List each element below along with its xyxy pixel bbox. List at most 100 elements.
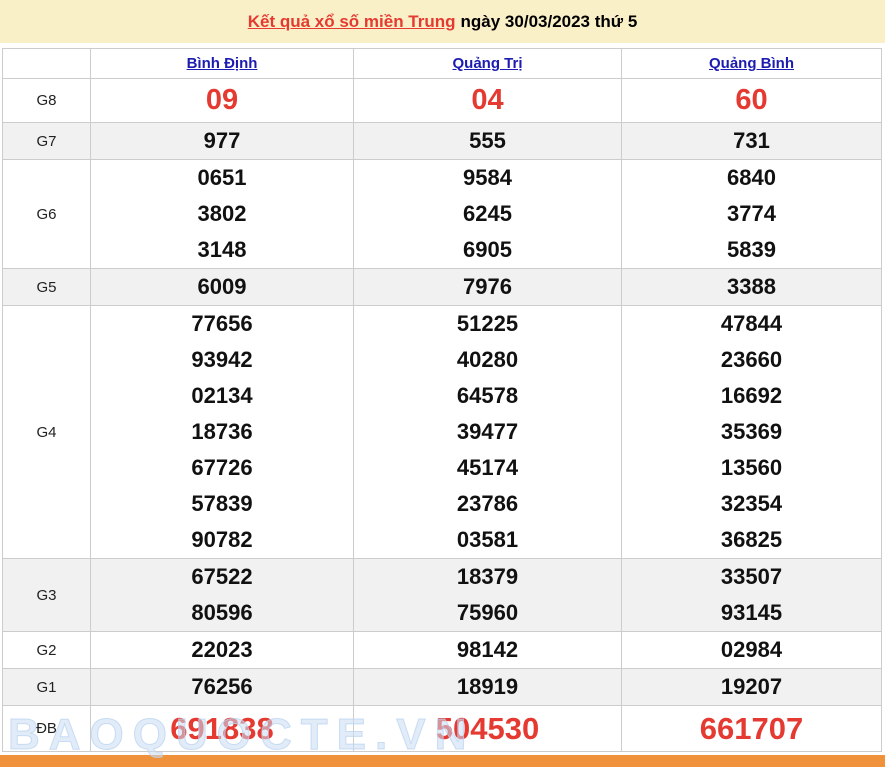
winning-number: 35369 xyxy=(720,419,783,444)
winning-number: 03581 xyxy=(456,527,519,552)
column-header-quang-binh: Quảng Bình xyxy=(621,48,882,79)
winning-number: 0651 xyxy=(197,165,247,190)
winning-number: 51225 xyxy=(456,311,519,336)
winning-number: 77656 xyxy=(191,311,253,336)
winning-number: 93145 xyxy=(720,600,783,625)
winning-number: 02984 xyxy=(720,637,783,662)
winning-number: 3774 xyxy=(727,201,776,226)
winning-number: 57839 xyxy=(191,491,253,516)
prize-values-g1-col2: 19207 xyxy=(621,668,882,706)
prize-values-g2-col2: 02984 xyxy=(621,631,882,669)
prize-values-g7-col2: 731 xyxy=(621,122,882,160)
winning-number: 13560 xyxy=(720,455,783,480)
prize-values-g4-col2: 47844 23660 16692 35369 13560 32354 36825 xyxy=(621,305,882,559)
winning-number: 3388 xyxy=(727,274,776,299)
winning-number: 45174 xyxy=(456,455,519,480)
winning-number: 39477 xyxy=(456,419,519,444)
page-title-banner: Kết quả xổ số miền Trung ngày 30/03/2023… xyxy=(0,0,885,43)
winning-number: 16692 xyxy=(720,383,783,408)
winning-number: 98142 xyxy=(456,637,519,662)
prize-values-g5-col2: 3388 xyxy=(621,268,882,306)
prize-values-g2-col0: 22023 xyxy=(90,631,354,669)
province-link-quang-tri[interactable]: Quảng Trị xyxy=(452,55,522,72)
prize-values-db-col0: 691838 xyxy=(90,705,354,752)
winning-number: 76256 xyxy=(191,674,253,699)
winning-number: 02134 xyxy=(191,383,253,408)
prize-label-g4: G4 xyxy=(2,305,91,559)
winning-number: 75960 xyxy=(456,600,519,625)
page-title-date: ngày 30/03/2023 thứ 5 xyxy=(460,11,638,31)
prize-label-g7: G7 xyxy=(2,122,91,160)
prize-row-g3: G3 67522 80596 18379 75960 33507 93145 xyxy=(2,558,882,632)
prize-values-g8-col0: 09 xyxy=(90,78,354,123)
prize-values-g6-col1: 9584 6245 6905 xyxy=(353,159,622,269)
winning-number: 23660 xyxy=(720,347,783,372)
prize-values-g5-col1: 7976 xyxy=(353,268,622,306)
winning-number: 90782 xyxy=(191,527,253,552)
lottery-results-title-link[interactable]: Kết quả xổ số miền Trung xyxy=(248,12,456,32)
winning-number: 3802 xyxy=(197,201,247,226)
winning-number: 9584 xyxy=(463,165,512,190)
winning-number: 22023 xyxy=(191,637,253,662)
winning-number: 93942 xyxy=(191,347,253,372)
prize-row-g2: G2 22023 98142 02984 xyxy=(2,631,882,669)
winning-number: 80596 xyxy=(191,600,253,625)
winning-number: 3148 xyxy=(197,237,247,262)
winning-number: 6840 xyxy=(727,165,776,190)
column-header-binh-dinh: Bình Định xyxy=(90,48,354,79)
winning-number: 67522 xyxy=(191,564,253,589)
prize-values-g4-col1: 51225 40280 64578 39477 45174 23786 03581 xyxy=(353,305,622,559)
prize-values-g2-col1: 98142 xyxy=(353,631,622,669)
prize-values-g8-col1: 04 xyxy=(353,78,622,123)
winning-number: 5839 xyxy=(727,237,776,262)
winning-number: 32354 xyxy=(720,491,783,516)
winning-number: 60 xyxy=(735,84,768,116)
prize-row-g1: G1 76256 18919 19207 xyxy=(2,668,882,706)
corner-cell xyxy=(2,48,91,79)
winning-number: 23786 xyxy=(456,491,519,516)
winning-number: 6009 xyxy=(197,274,247,299)
winning-number: 09 xyxy=(205,84,239,116)
prize-values-g3-col2: 33507 93145 xyxy=(621,558,882,632)
winning-number: 7976 xyxy=(463,274,512,299)
prize-values-g3-col1: 18379 75960 xyxy=(353,558,622,632)
winning-number: 40280 xyxy=(456,347,519,372)
prize-label-g2: G2 xyxy=(2,631,91,669)
prize-values-db-col2: 661707 xyxy=(621,705,882,752)
prize-values-g1-col0: 76256 xyxy=(90,668,354,706)
prize-label-g5: G5 xyxy=(2,268,91,306)
prize-row-g5: G5 6009 7976 3388 xyxy=(2,268,882,306)
prize-values-g7-col1: 555 xyxy=(353,122,622,160)
prize-values-g7-col0: 977 xyxy=(90,122,354,160)
prize-values-g4-col0: 77656 93942 02134 18736 67726 57839 90782 xyxy=(90,305,354,559)
table-header-row: Bình Định Quảng Trị Quảng Bình xyxy=(2,48,882,79)
winning-number: 691838 xyxy=(170,711,274,746)
winning-number: 18379 xyxy=(456,564,519,589)
province-link-quang-binh[interactable]: Quảng Bình xyxy=(709,55,794,72)
winning-number: 36825 xyxy=(720,527,783,552)
prize-values-db-col1: 504530 xyxy=(353,705,622,752)
province-link-binh-dinh[interactable]: Bình Định xyxy=(187,55,258,72)
winning-number: 6245 xyxy=(463,201,512,226)
prize-values-g3-col0: 67522 80596 xyxy=(90,558,354,632)
prize-values-g5-col0: 6009 xyxy=(90,268,354,306)
winning-number: 33507 xyxy=(720,564,783,589)
prize-values-g6-col0: 0651 3802 3148 xyxy=(90,159,354,269)
prize-label-db: ĐB xyxy=(2,705,91,752)
prize-label-g8: G8 xyxy=(2,78,91,123)
bottom-orange-bar xyxy=(0,755,885,767)
winning-number: 504530 xyxy=(435,711,540,746)
prize-label-g6: G6 xyxy=(2,159,91,269)
winning-number: 18919 xyxy=(456,674,519,699)
winning-number: 67726 xyxy=(191,455,253,480)
winning-number: 18736 xyxy=(191,419,253,444)
winning-number: 661707 xyxy=(699,711,804,746)
winning-number: 731 xyxy=(733,128,770,153)
column-header-quang-tri: Quảng Trị xyxy=(353,48,622,79)
winning-number: 6905 xyxy=(463,237,512,262)
prize-label-g3: G3 xyxy=(2,558,91,632)
prize-row-g6: G6 0651 3802 3148 9584 6245 6905 6840 3774 5839 xyxy=(2,159,882,269)
prize-values-g6-col2: 6840 3774 5839 xyxy=(621,159,882,269)
prize-values-g8-col2: 60 xyxy=(621,78,882,123)
prize-row-g7: G7 977 555 731 xyxy=(2,122,882,160)
